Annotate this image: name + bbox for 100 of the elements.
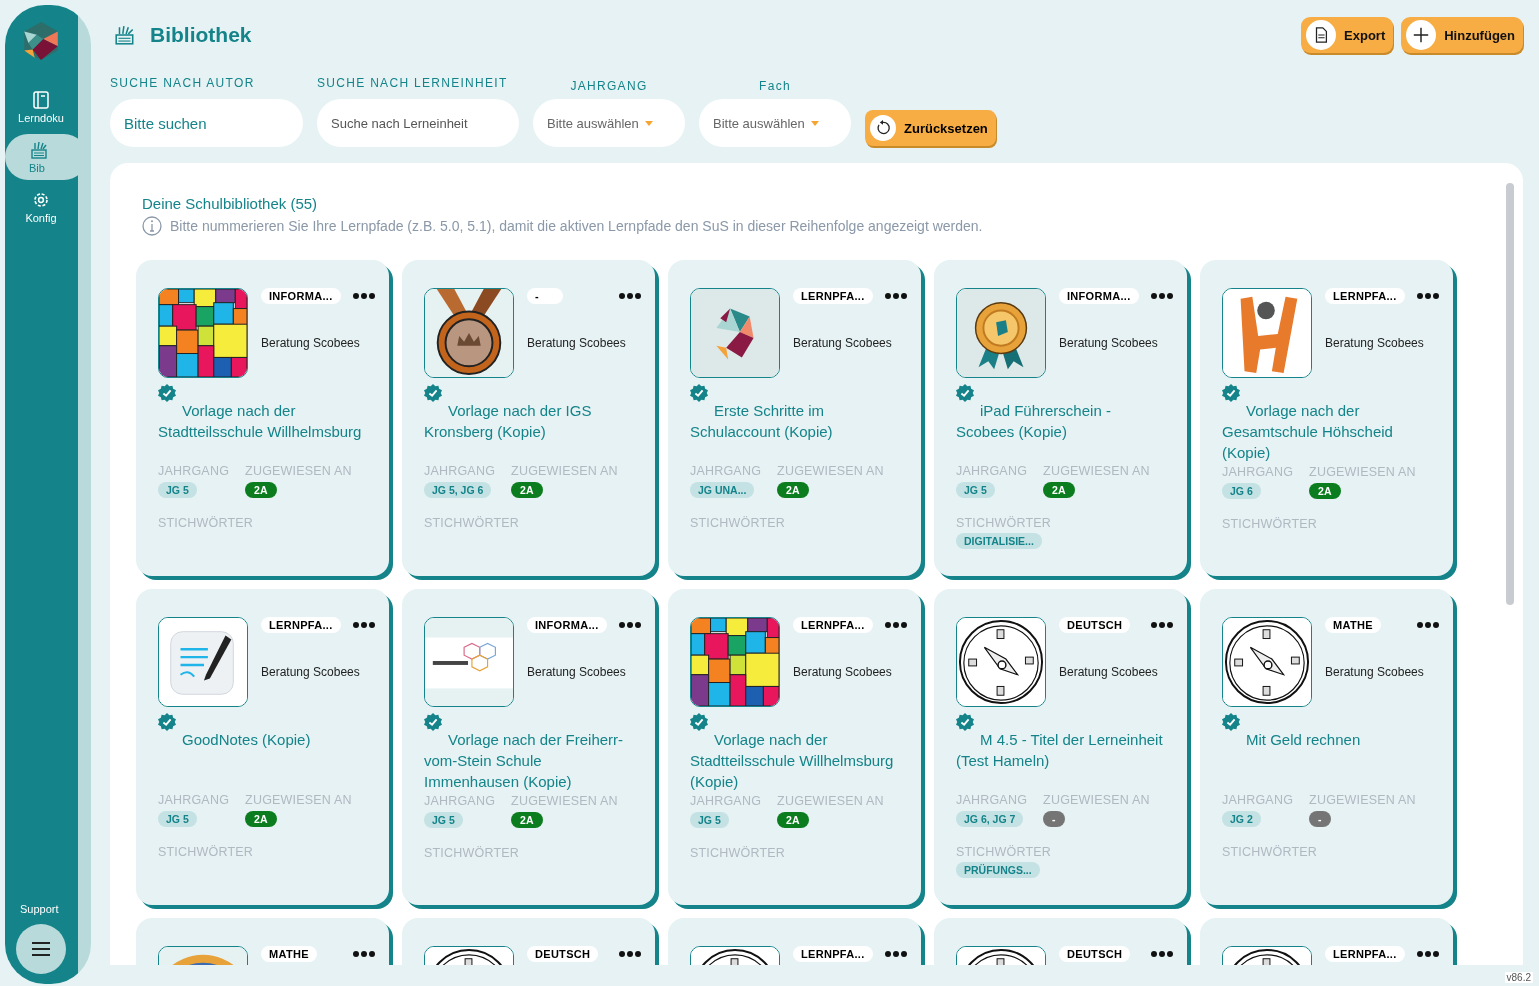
assigned-label: ZUGEWIESEN AN	[245, 464, 352, 478]
support-link[interactable]: Support	[20, 903, 59, 915]
add-button[interactable]: Hinzufügen	[1401, 17, 1523, 53]
author-name: Beratung Scobees	[1059, 665, 1159, 679]
verified-icon	[690, 713, 708, 731]
filter-label: Fach	[759, 79, 791, 93]
grade-tag: JG 2	[1222, 811, 1261, 827]
more-icon[interactable]	[619, 622, 641, 628]
keywords-label: STICHWÖRTER	[424, 516, 521, 530]
more-icon[interactable]	[1151, 622, 1173, 628]
dropdown[interactable]: Bitte auswählen	[699, 99, 851, 147]
grade-tag: JG 6, JG 7	[956, 811, 1024, 827]
category-tag: LERNPFA...	[793, 288, 873, 304]
grade-tag: JG 5, JG 6	[424, 482, 492, 498]
more-icon[interactable]	[353, 622, 375, 628]
sidebar-item[interactable]: Konfig	[9, 184, 73, 230]
category-tag: DEUTSCH	[527, 946, 599, 962]
card-title[interactable]: Vorlage nach der Freiherr-vom-Stein Schule Immenhausen (Kopie)	[424, 729, 633, 792]
grade-label: JAHRGANG	[1222, 793, 1294, 807]
author-name: Beratung Scobees	[793, 336, 893, 350]
more-icon[interactable]	[885, 293, 907, 299]
assigned-label: ZUGEWIESEN AN	[1309, 465, 1416, 479]
keywords-label: STICHWÖRTER	[690, 516, 787, 530]
reset-button[interactable]: Zurücksetzen	[865, 110, 996, 146]
author-name: Beratung Scobees	[1325, 665, 1425, 679]
more-icon[interactable]	[885, 951, 907, 957]
scrollbar-thumb[interactable]	[1506, 183, 1514, 605]
notebook-icon	[31, 90, 51, 110]
filter-label: SUCHE NACH LERNEINHEIT	[317, 76, 509, 90]
grade-tag: JG 5	[158, 811, 197, 827]
hint-text: Bitte nummerieren Sie Ihre Lernpfade (z.B. 5.0, 5.1), damit die aktiven Lernpfade den SuS in dieser Reihenfolge angezeigt werden.	[170, 218, 983, 234]
filter-label: JAHRGANG	[570, 79, 648, 93]
more-icon[interactable]	[353, 293, 375, 299]
grade-label: JAHRGANG	[956, 464, 1028, 478]
class-tag: 2A	[245, 482, 277, 498]
category-tag: INFORMA...	[1059, 288, 1139, 304]
grade-tag: JG 5	[690, 812, 729, 828]
settings-icon	[31, 190, 51, 210]
export-button[interactable]: Export	[1301, 17, 1394, 53]
books-icon	[29, 140, 49, 160]
more-icon[interactable]	[885, 622, 907, 628]
more-icon[interactable]	[1151, 293, 1173, 299]
menu-button[interactable]	[16, 924, 66, 974]
keywords-label: STICHWÖRTER	[1222, 517, 1319, 531]
assigned-label: ZUGEWIESEN AN	[245, 793, 352, 807]
more-icon[interactable]	[1151, 951, 1173, 957]
category-tag: LERNPFA...	[793, 946, 873, 962]
assigned-label: ZUGEWIESEN AN	[1043, 464, 1150, 478]
card-title[interactable]: M 4.5 - Titel der Lerneinheit (Test Hameln)	[956, 729, 1165, 771]
keywords-label: STICHWÖRTER	[158, 845, 255, 859]
card-title[interactable]: Erste Schritte im Schulaccount (Kopie)	[690, 400, 899, 442]
card-title[interactable]: Vorlage nach der Gesamtschule Höhscheid (Kopie)	[1222, 400, 1431, 463]
card-title[interactable]: iPad Führerschein - Scobees (Kopie)	[956, 400, 1165, 442]
more-icon[interactable]	[619, 951, 641, 957]
grade-label: JAHRGANG	[1222, 465, 1294, 479]
sidebar-item[interactable]: Lerndoku	[9, 84, 73, 130]
category-tag: LERNPFA...	[1325, 946, 1405, 962]
more-icon[interactable]	[1417, 622, 1439, 628]
author-name: Beratung Scobees	[1059, 336, 1159, 350]
more-icon[interactable]	[353, 951, 375, 957]
card-title[interactable]: Vorlage nach der IGS Kronsberg (Kopie)	[424, 400, 633, 442]
keywords-label: STICHWÖRTER	[424, 846, 521, 860]
search-field[interactable]: Bitte suchen	[110, 99, 303, 147]
category-tag: MATHE	[1325, 617, 1381, 633]
card-title[interactable]: Vorlage nach der Stadtteilsschule Willhelmsburg	[158, 400, 367, 442]
verified-icon	[158, 384, 176, 402]
keywords-label: STICHWÖRTER	[690, 846, 787, 860]
class-tag: 2A	[777, 482, 809, 498]
author-name: Beratung Scobees	[261, 336, 361, 350]
verified-icon	[1222, 384, 1240, 402]
grade-label: JAHRGANG	[424, 464, 496, 478]
reset-icon	[875, 120, 891, 136]
library-heading: Deine Schulbibliothek (55)	[141, 195, 319, 212]
category-tag: MATHE	[261, 946, 317, 962]
verified-icon	[158, 713, 176, 731]
search-field[interactable]: Suche nach Lerneinheit	[317, 99, 519, 147]
grade-label: JAHRGANG	[690, 794, 762, 808]
plus-icon	[1412, 26, 1431, 44]
books-icon	[114, 24, 136, 46]
author-name: Beratung Scobees	[527, 665, 627, 679]
more-icon[interactable]	[1417, 951, 1439, 957]
keywords-label: STICHWÖRTER	[158, 516, 255, 530]
category-tag: DEUTSCH	[1059, 617, 1131, 633]
card-title[interactable]: Mit Geld rechnen	[1222, 729, 1431, 750]
assigned-label: ZUGEWIESEN AN	[777, 464, 884, 478]
more-icon[interactable]	[619, 293, 641, 299]
card-title[interactable]: GoodNotes (Kopie)	[158, 729, 367, 750]
verified-icon	[956, 713, 974, 731]
dropdown[interactable]: Bitte auswählen	[533, 99, 685, 147]
more-icon[interactable]	[1417, 293, 1439, 299]
keywords-label: STICHWÖRTER	[956, 516, 1053, 530]
grade-tag: JG 5	[424, 812, 463, 828]
grade-label: JAHRGANG	[956, 793, 1028, 807]
keywords-label: STICHWÖRTER	[1222, 845, 1319, 859]
class-tag: 2A	[777, 812, 809, 828]
class-tag: 2A	[511, 482, 543, 498]
card-title[interactable]: Vorlage nach der Stadtteilsschule Willhelmsburg (Kopie)	[690, 729, 899, 792]
menu-icon	[31, 942, 51, 956]
category-tag: LERNPFA...	[793, 617, 873, 633]
author-name: Beratung Scobees	[1325, 336, 1425, 350]
